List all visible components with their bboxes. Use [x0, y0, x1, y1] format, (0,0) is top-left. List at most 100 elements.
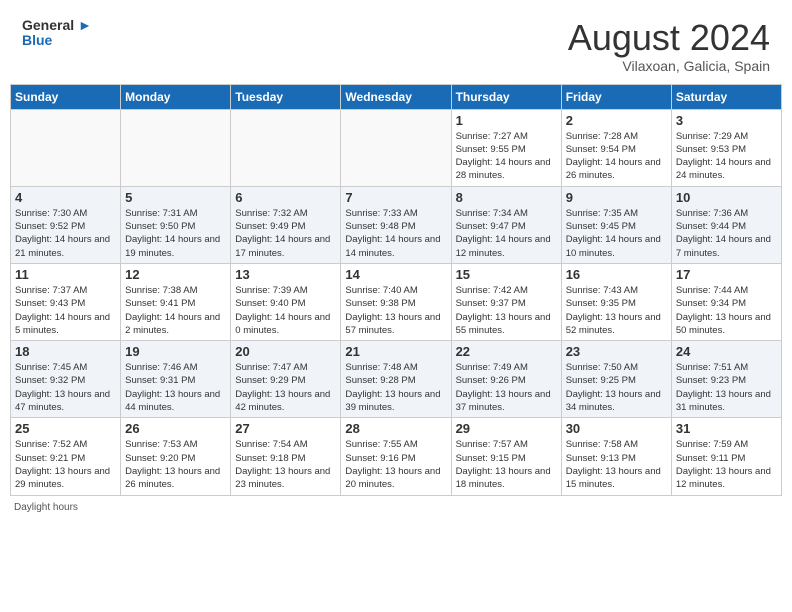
- day-info: Sunrise: 7:49 AMSunset: 9:26 PMDaylight:…: [456, 361, 557, 414]
- day-info: Sunrise: 7:55 AMSunset: 9:16 PMDaylight:…: [345, 438, 446, 491]
- calendar-cell-2-5: 8 Sunrise: 7:34 AMSunset: 9:47 PMDaylight…: [451, 186, 561, 263]
- calendar-cell-1-6: 2 Sunrise: 7:28 AMSunset: 9:54 PMDaylight…: [561, 109, 671, 186]
- day-number: 10: [676, 190, 777, 205]
- header: General ►Blue August 2024 Vilaxoan, Gali…: [10, 10, 782, 80]
- calendar-cell-1-3: [231, 109, 341, 186]
- day-info: Sunrise: 7:51 AMSunset: 9:23 PMDaylight:…: [676, 361, 777, 414]
- calendar-cell-4-2: 19Sunrise: 7:46 AMSunset: 9:31 PMDayligh…: [121, 341, 231, 418]
- calendar-cell-1-4: [341, 109, 451, 186]
- day-number: 23: [566, 344, 667, 359]
- calendar-cell-2-6: 9 Sunrise: 7:35 AMSunset: 9:45 PMDaylight…: [561, 186, 671, 263]
- day-info: Sunrise: 7:28 AMSunset: 9:54 PMDaylight:…: [566, 130, 667, 183]
- day-info: Sunrise: 7:43 AMSunset: 9:35 PMDaylight:…: [566, 284, 667, 337]
- day-number: 8: [456, 190, 557, 205]
- logo: General ►Blue: [22, 18, 92, 49]
- day-info: Sunrise: 7:38 AMSunset: 9:41 PMDaylight:…: [125, 284, 226, 337]
- calendar-cell-2-7: 10 Sunrise: 7:36 AMSunset: 9:44 PMDayligh…: [671, 186, 781, 263]
- calendar-cell-3-6: 16 Sunrise: 7:43 AMSunset: 9:35 PMDayligh…: [561, 263, 671, 340]
- week-row-2: 4Sunrise: 7:30 AMSunset: 9:52 PMDaylight…: [11, 186, 782, 263]
- dow-header-thursday: Thursday: [451, 84, 561, 109]
- day-number: 22: [456, 344, 557, 359]
- calendar-cell-3-2: 12Sunrise: 7:38 AMSunset: 9:41 PMDayligh…: [121, 263, 231, 340]
- day-info: Sunrise: 7:44 AMSunset: 9:34 PMDaylight:…: [676, 284, 777, 337]
- calendar-cell-2-1: 4Sunrise: 7:30 AMSunset: 9:52 PMDaylight…: [11, 186, 121, 263]
- day-number: 31: [676, 421, 777, 436]
- day-number: 6: [235, 190, 336, 205]
- day-number: 15: [456, 267, 557, 282]
- day-info: Sunrise: 7:34 AMSunset: 9:47 PMDaylight:…: [456, 207, 557, 260]
- calendar-cell-1-5: 1 Sunrise: 7:27 AMSunset: 9:55 PMDaylight…: [451, 109, 561, 186]
- calendar-cell-4-5: 22 Sunrise: 7:49 AMSunset: 9:26 PMDayligh…: [451, 341, 561, 418]
- day-number: 14: [345, 267, 446, 282]
- calendar-cell-4-4: 21Sunrise: 7:48 AMSunset: 9:28 PMDayligh…: [341, 341, 451, 418]
- day-number: 11: [15, 267, 116, 282]
- footer-text: Daylight hours: [14, 502, 78, 513]
- footer: Daylight hours: [10, 502, 782, 513]
- day-info: Sunrise: 7:29 AMSunset: 9:53 PMDaylight:…: [676, 130, 777, 183]
- day-number: 30: [566, 421, 667, 436]
- day-info: Sunrise: 7:32 AMSunset: 9:49 PMDaylight:…: [235, 207, 336, 260]
- day-info: Sunrise: 7:53 AMSunset: 9:20 PMDaylight:…: [125, 438, 226, 491]
- week-row-4: 18Sunrise: 7:45 AMSunset: 9:32 PMDayligh…: [11, 341, 782, 418]
- day-info: Sunrise: 7:47 AMSunset: 9:29 PMDaylight:…: [235, 361, 336, 414]
- day-number: 5: [125, 190, 226, 205]
- day-number: 19: [125, 344, 226, 359]
- day-number: 27: [235, 421, 336, 436]
- calendar-cell-2-2: 5 Sunrise: 7:31 AMSunset: 9:50 PMDaylight…: [121, 186, 231, 263]
- week-row-5: 25 Sunrise: 7:52 AMSunset: 9:21 PMDayligh…: [11, 418, 782, 495]
- day-number: 26: [125, 421, 226, 436]
- dow-header-wednesday: Wednesday: [341, 84, 451, 109]
- calendar-cell-2-4: 7Sunrise: 7:33 AMSunset: 9:48 PMDaylight…: [341, 186, 451, 263]
- calendar-cell-5-7: 31 Sunrise: 7:59 AMSunset: 9:11 PMDayligh…: [671, 418, 781, 495]
- calendar-cell-3-4: 14 Sunrise: 7:40 AMSunset: 9:38 PMDayligh…: [341, 263, 451, 340]
- dow-header-sunday: Sunday: [11, 84, 121, 109]
- day-of-week-row: SundayMondayTuesdayWednesdayThursdayFrid…: [11, 84, 782, 109]
- day-number: 3: [676, 113, 777, 128]
- calendar-cell-3-3: 13Sunrise: 7:39 AMSunset: 9:40 PMDayligh…: [231, 263, 341, 340]
- day-info: Sunrise: 7:57 AMSunset: 9:15 PMDaylight:…: [456, 438, 557, 491]
- calendar-cell-5-4: 28Sunrise: 7:55 AMSunset: 9:16 PMDayligh…: [341, 418, 451, 495]
- calendar-cell-3-1: 11 Sunrise: 7:37 AMSunset: 9:43 PMDayligh…: [11, 263, 121, 340]
- dow-header-saturday: Saturday: [671, 84, 781, 109]
- calendar-cell-5-6: 30Sunrise: 7:58 AMSunset: 9:13 PMDayligh…: [561, 418, 671, 495]
- location-subtitle: Vilaxoan, Galicia, Spain: [568, 58, 770, 74]
- day-info: Sunrise: 7:40 AMSunset: 9:38 PMDaylight:…: [345, 284, 446, 337]
- day-info: Sunrise: 7:59 AMSunset: 9:11 PMDaylight:…: [676, 438, 777, 491]
- calendar-cell-4-7: 24Sunrise: 7:51 AMSunset: 9:23 PMDayligh…: [671, 341, 781, 418]
- day-number: 25: [15, 421, 116, 436]
- calendar-cell-5-1: 25 Sunrise: 7:52 AMSunset: 9:21 PMDayligh…: [11, 418, 121, 495]
- day-number: 21: [345, 344, 446, 359]
- day-info: Sunrise: 7:27 AMSunset: 9:55 PMDaylight:…: [456, 130, 557, 183]
- day-number: 13: [235, 267, 336, 282]
- calendar-cell-4-1: 18Sunrise: 7:45 AMSunset: 9:32 PMDayligh…: [11, 341, 121, 418]
- dow-header-monday: Monday: [121, 84, 231, 109]
- calendar-cell-1-2: [121, 109, 231, 186]
- day-number: 16: [566, 267, 667, 282]
- day-info: Sunrise: 7:36 AMSunset: 9:44 PMDaylight:…: [676, 207, 777, 260]
- day-number: 17: [676, 267, 777, 282]
- calendar-cell-2-3: 6 Sunrise: 7:32 AMSunset: 9:49 PMDaylight…: [231, 186, 341, 263]
- day-info: Sunrise: 7:31 AMSunset: 9:50 PMDaylight:…: [125, 207, 226, 260]
- day-info: Sunrise: 7:54 AMSunset: 9:18 PMDaylight:…: [235, 438, 336, 491]
- calendar-cell-4-3: 20 Sunrise: 7:47 AMSunset: 9:29 PMDayligh…: [231, 341, 341, 418]
- day-number: 18: [15, 344, 116, 359]
- day-number: 9: [566, 190, 667, 205]
- dow-header-tuesday: Tuesday: [231, 84, 341, 109]
- calendar-table: SundayMondayTuesdayWednesdayThursdayFrid…: [10, 84, 782, 496]
- calendar-cell-5-3: 27 Sunrise: 7:54 AMSunset: 9:18 PMDayligh…: [231, 418, 341, 495]
- day-number: 2: [566, 113, 667, 128]
- dow-header-friday: Friday: [561, 84, 671, 109]
- calendar-cell-4-6: 23Sunrise: 7:50 AMSunset: 9:25 PMDayligh…: [561, 341, 671, 418]
- day-number: 7: [345, 190, 446, 205]
- month-title: August 2024: [568, 18, 770, 58]
- day-info: Sunrise: 7:52 AMSunset: 9:21 PMDaylight:…: [15, 438, 116, 491]
- day-number: 20: [235, 344, 336, 359]
- calendar-cell-3-7: 17 Sunrise: 7:44 AMSunset: 9:34 PMDayligh…: [671, 263, 781, 340]
- day-number: 4: [15, 190, 116, 205]
- day-number: 1: [456, 113, 557, 128]
- calendar-cell-1-1: [11, 109, 121, 186]
- week-row-3: 11 Sunrise: 7:37 AMSunset: 9:43 PMDayligh…: [11, 263, 782, 340]
- day-info: Sunrise: 7:35 AMSunset: 9:45 PMDaylight:…: [566, 207, 667, 260]
- day-info: Sunrise: 7:37 AMSunset: 9:43 PMDaylight:…: [15, 284, 116, 337]
- calendar-cell-3-5: 15Sunrise: 7:42 AMSunset: 9:37 PMDayligh…: [451, 263, 561, 340]
